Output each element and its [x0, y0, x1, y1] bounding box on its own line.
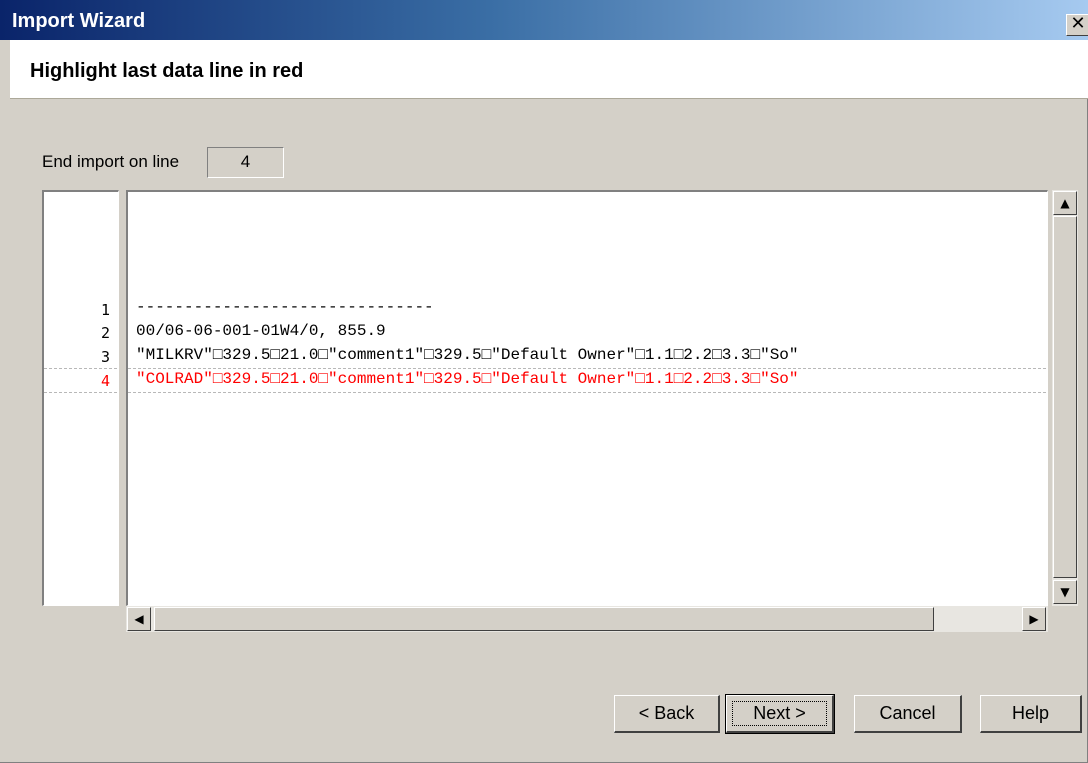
line-number-highlighted: 4 [100, 372, 110, 390]
line-number: 3 [100, 348, 110, 366]
import-wizard-window: Import Wizard ✕ Highlight last data line… [0, 0, 1088, 763]
end-import-label: End import on line [42, 152, 180, 171]
scroll-down-button[interactable]: ▼ [1053, 580, 1077, 604]
highlight-divider-top [44, 368, 117, 369]
scroll-left-button[interactable]: ◀ [127, 607, 151, 631]
data-line[interactable]: ------------------------------- [136, 298, 434, 316]
vertical-scrollbar[interactable]: ▲ ▼ [1052, 190, 1078, 606]
line-number: 2 [100, 324, 110, 342]
highlight-divider-top [128, 368, 1046, 369]
close-button[interactable]: ✕ [1066, 14, 1088, 36]
focus-rectangle [732, 701, 827, 726]
line-number: 1 [100, 301, 110, 319]
window-title: Import Wizard [12, 10, 146, 32]
title-bar: Import Wizard ✕ [0, 0, 1088, 40]
header-panel: Highlight last data line in red [10, 40, 1088, 99]
horizontal-scroll-thumb[interactable] [154, 607, 934, 631]
next-button[interactable]: Next > [725, 694, 835, 734]
highlight-divider-bottom [44, 392, 117, 393]
scroll-up-button[interactable]: ▲ [1053, 191, 1077, 215]
vertical-scroll-thumb[interactable] [1053, 216, 1077, 578]
data-preview-pane[interactable]: ------------------------------- 00/06-06… [126, 190, 1048, 606]
data-line-highlighted[interactable]: "COLRAD"□329.5□21.0□"comment1"□329.5□"De… [136, 370, 799, 388]
highlight-divider-bottom [128, 392, 1046, 393]
help-button[interactable]: Help [980, 695, 1082, 733]
end-import-line-field[interactable]: 4 [207, 147, 284, 178]
scroll-right-button[interactable]: ▶ [1022, 607, 1046, 631]
data-line[interactable]: 00/06-06-001-01W4/0, 855.9 [136, 322, 386, 340]
arrow-right-icon: ▶ [1029, 612, 1039, 626]
back-button[interactable]: < Back [614, 695, 720, 733]
line-number-gutter: 1 2 3 4 [42, 190, 119, 606]
horizontal-scrollbar[interactable]: ◀ ▶ [126, 606, 1048, 632]
cancel-button[interactable]: Cancel [854, 695, 962, 733]
arrow-down-icon: ▼ [1060, 585, 1070, 599]
arrow-left-icon: ◀ [134, 612, 144, 626]
page-title: Highlight last data line in red [30, 60, 304, 82]
arrow-up-icon: ▲ [1060, 196, 1070, 210]
close-icon: ✕ [1070, 13, 1086, 34]
data-line[interactable]: "MILKRV"□329.5□21.0□"comment1"□329.5□"De… [136, 346, 799, 364]
